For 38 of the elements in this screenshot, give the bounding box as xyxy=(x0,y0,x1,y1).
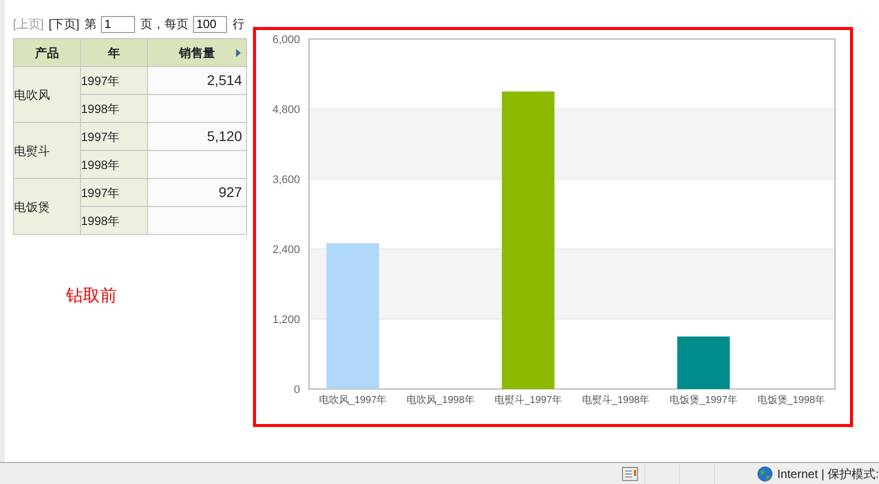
axis-tick-label: 6,000 xyxy=(272,34,300,46)
value-cell: 927 xyxy=(148,178,246,206)
year-cell: 1998年 xyxy=(80,206,148,234)
page-label: 第 xyxy=(84,16,96,33)
security-zone-text: Internet | 保护模式: xyxy=(777,466,879,482)
year-cell: 1997年 xyxy=(80,122,148,150)
column-header: 产品 xyxy=(14,38,80,66)
axis-tick-label: 0 xyxy=(294,384,300,396)
axis-tick-label: 2,400 xyxy=(272,244,300,256)
product-cell: 电吹风 xyxy=(14,66,80,122)
rows-per-page-input[interactable]: 100 xyxy=(193,16,228,32)
page-input[interactable]: 1 xyxy=(101,16,136,32)
category-label: 电吹风_1997年 xyxy=(318,395,387,406)
column-header: 年 xyxy=(80,38,148,66)
category-label: 电饭煲_1998年 xyxy=(757,395,826,406)
year-cell: 1998年 xyxy=(80,150,148,178)
category-label: 电熨斗_1997年 xyxy=(494,395,562,406)
year-cell: 1998年 xyxy=(80,94,148,122)
axis-tick-label: 3,600 xyxy=(272,174,300,186)
axis-tick-label: 4,800 xyxy=(272,104,300,116)
axis-tick-label: 1,200 xyxy=(272,314,300,326)
value-cell: 2,514 xyxy=(148,66,246,94)
column-header: 销售量 xyxy=(148,38,246,66)
globe-icon xyxy=(757,466,774,482)
product-cell: 电熨斗 xyxy=(14,122,80,178)
product-cell: 电饭煲 xyxy=(14,178,80,234)
category-label: 电熨斗_1998年 xyxy=(582,395,650,406)
next-page-link[interactable]: [下页] xyxy=(48,15,80,33)
year-cell: 1997年 xyxy=(80,178,148,206)
note-text: 钻取前 xyxy=(66,285,118,307)
value-cell: 5,120 xyxy=(148,122,246,150)
category-label: 电吹风_1998年 xyxy=(406,395,474,406)
year-cell: 1997年 xyxy=(80,66,148,94)
per-page-label: 页，每页 xyxy=(140,16,188,33)
rows-label: 行 xyxy=(232,16,244,33)
notes-icon[interactable] xyxy=(622,467,638,482)
category-label: 电饭煲_1997年 xyxy=(670,395,738,406)
expand-arrow-icon[interactable] xyxy=(236,49,241,57)
